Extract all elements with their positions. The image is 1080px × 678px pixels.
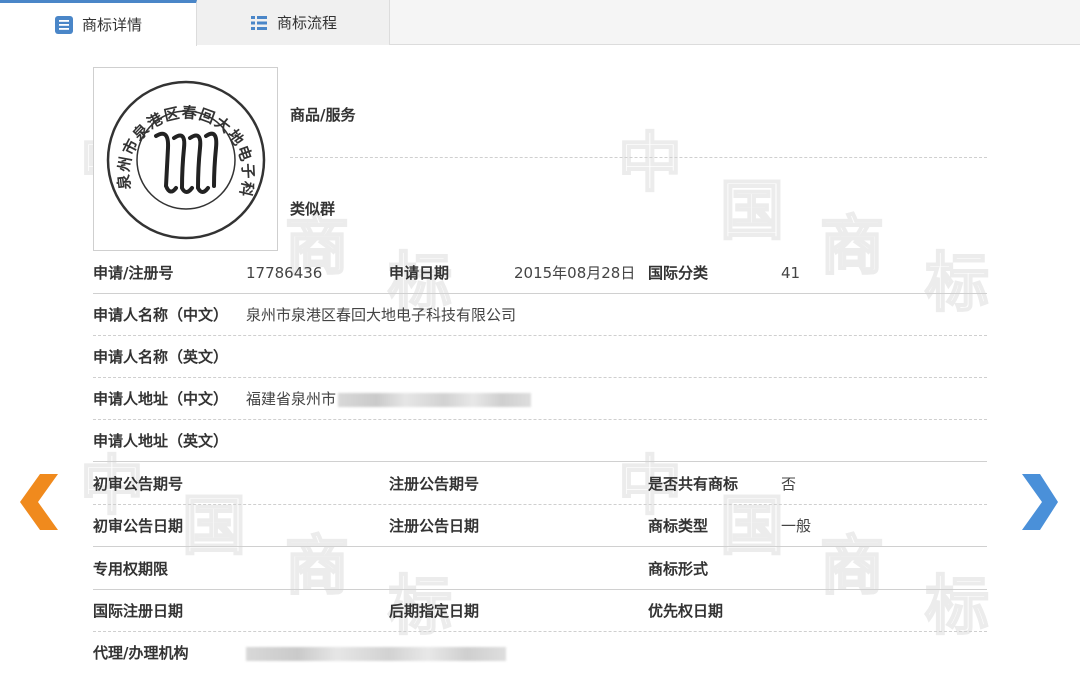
prelim-date-label: 初审公告日期 [93,517,184,535]
goods-services-row: 商品/服务 [290,67,987,158]
table-row: 初审公告期号 注册公告期号 是否共有商标 否 [93,463,987,505]
apply-date-label: 申请日期 [389,264,450,282]
table-row: 申请人名称（中文） 泉州市泉港区春回大地电子科技有限公司 [93,294,987,336]
chevron-right-icon [1022,474,1058,530]
table-row: 申请人名称（英文） [93,336,987,378]
address-en-label: 申请人地址（英文） [93,432,229,450]
similar-group-row: 类似群 [290,158,987,252]
reg-pub-no-label: 注册公告期号 [389,475,480,493]
applicant-cn-label: 申请人名称（中文） [93,306,229,324]
table-row: 专用权期限 商标形式 [93,548,987,590]
intl-class-value: 41 [781,264,801,282]
trademark-image: 泉州市泉港区春回大地电子科技有限公司 [86,54,278,251]
agent-label: 代理/办理机构 [93,644,189,662]
tab-detail-label: 商标详情 [81,16,142,34]
type-value: 一般 [781,517,812,535]
svg-text:泉州市泉港区春回大地电子科技有限公司: 泉州市泉港区春回大地电子科技有限公司 [94,68,257,200]
list-doc-icon [54,15,74,35]
next-arrow-button[interactable] [1020,474,1060,530]
intl-reg-date-label: 国际注册日期 [93,602,184,620]
tab-trademark-process[interactable]: 商标流程 [197,0,390,45]
address-cn-label: 申请人地址（中文） [93,390,229,408]
priority-date-label: 优先权日期 [648,602,724,620]
exclusive-period-label: 专用权期限 [93,560,169,578]
similar-group-label: 类似群 [290,200,336,218]
table-row: 申请/注册号 17786436 申请日期 2015年08月28日 国际分类 41 [93,252,987,294]
redacted-address [338,393,531,407]
type-label: 商标类型 [648,517,709,535]
reg-pub-date-label: 注册公告日期 [389,517,480,535]
table-row: 初审公告日期 注册公告日期 商标类型 一般 [93,505,987,547]
intl-class-label: 国际分类 [648,264,709,282]
address-cn-value: 福建省泉州市 [246,390,337,408]
table-row: 国际注册日期 后期指定日期 优先权日期 [93,590,987,632]
apply-date-value: 2015年08月28日 [514,264,636,282]
goods-services-label: 商品/服务 [290,106,356,124]
table-row: 申请人地址（英文） [93,420,987,462]
table-row: 申请人地址（中文） 福建省泉州市 [93,378,987,420]
shared-label: 是否共有商标 [648,475,739,493]
trademark-form-label: 商标形式 [648,560,709,578]
redacted-agent [246,647,506,661]
list-icon [249,13,269,33]
shared-value: 否 [781,475,797,493]
table-row: 代理/办理机构 [93,632,987,674]
prev-arrow-button[interactable] [20,474,60,530]
trademark-seal-logo: 泉州市泉港区春回大地电子科技有限公司 [86,54,266,240]
seal-text: 泉州市泉港区春回大地电子科技有限公司 [86,54,256,200]
tab-bar: 商标详情 商标流程 [0,0,1080,46]
applicant-cn-value: 泉州市泉港区春回大地电子科技有限公司 [246,306,517,324]
applicant-en-label: 申请人名称（英文） [93,348,229,366]
later-date-label: 后期指定日期 [389,602,480,620]
reg-no-label: 申请/注册号 [93,264,174,282]
prelim-no-label: 初审公告期号 [93,475,184,493]
tab-trademark-detail[interactable]: 商标详情 [0,0,197,46]
reg-no-value: 17786436 [246,264,323,282]
tab-process-label: 商标流程 [276,14,337,32]
chevron-left-icon [20,474,58,530]
